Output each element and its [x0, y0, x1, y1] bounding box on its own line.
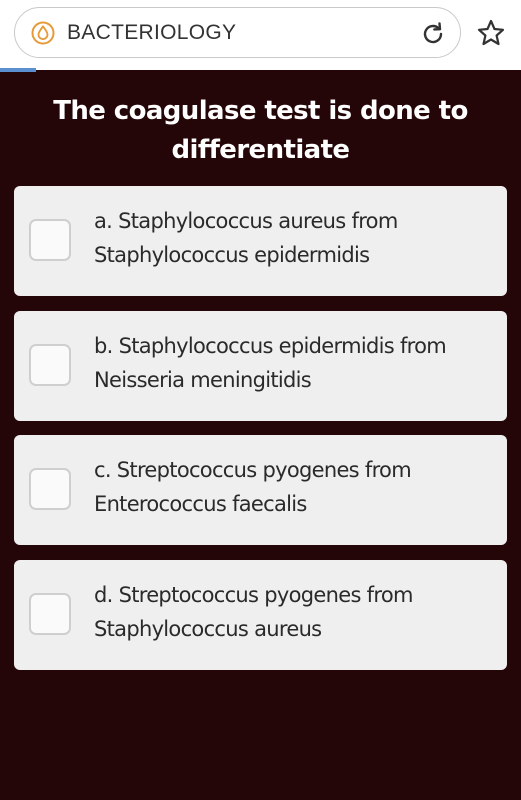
reload-icon[interactable] — [419, 20, 447, 48]
option-c[interactable]: c. Streptococcus pyogenes from Enterococ… — [14, 435, 507, 545]
address-bar[interactable]: BACTERIOLOGY — [14, 7, 461, 58]
browser-toolbar: BACTERIOLOGY — [0, 0, 521, 72]
option-a-checkbox[interactable] — [29, 219, 71, 261]
option-a-label: a. Staphylococcus aureus from Staphyloco… — [94, 209, 398, 267]
option-c-label: c. Streptococcus pyogenes from Enterococ… — [94, 458, 412, 516]
option-d[interactable]: d. Streptococcus pyogenes from Staphyloc… — [14, 560, 507, 670]
option-b-checkbox[interactable] — [29, 344, 71, 386]
page-load-progress — [0, 68, 36, 72]
option-b[interactable]: b. Staphylococcus epidermidis from Neiss… — [14, 311, 507, 421]
url-text[interactable]: BACTERIOLOGY — [67, 21, 236, 45]
option-a[interactable]: a. Staphylococcus aureus from Staphyloco… — [14, 186, 507, 296]
option-d-label: d. Streptococcus pyogenes from Staphyloc… — [94, 583, 413, 641]
option-d-checkbox[interactable] — [29, 593, 71, 635]
star-icon[interactable] — [476, 18, 506, 48]
drop-in-circle-icon — [31, 21, 55, 45]
option-b-label: b. Staphylococcus epidermidis from Neiss… — [94, 334, 447, 392]
option-c-checkbox[interactable] — [29, 468, 71, 510]
question-text: The coagulase test is done to differenti… — [53, 96, 468, 165]
